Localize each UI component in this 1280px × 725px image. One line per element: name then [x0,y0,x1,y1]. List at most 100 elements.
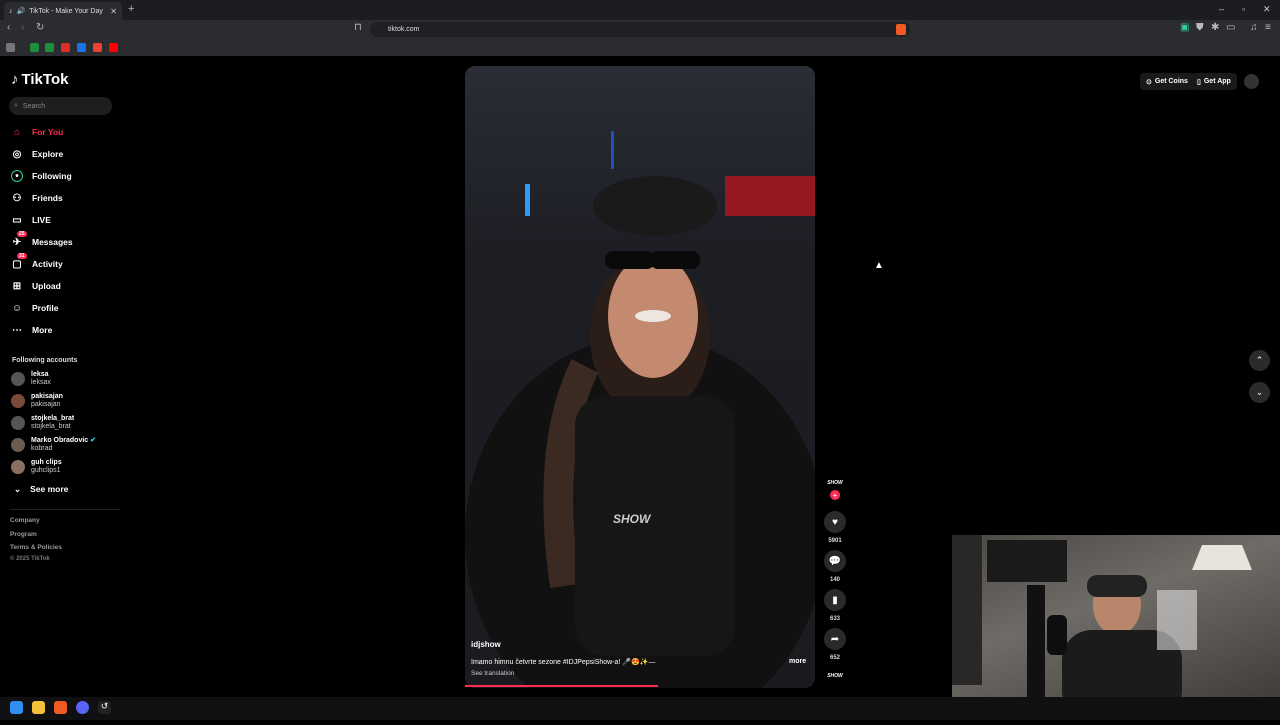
discord-icon[interactable] [76,701,89,714]
bookmark-icon[interactable]: ⊓ [354,22,362,33]
media-icon[interactable]: ♫ [1250,22,1258,33]
sidebar-item-live[interactable]: ▭ LIVE [11,214,51,226]
back-icon[interactable]: ‹ [7,22,10,33]
check-icon[interactable] [77,43,86,52]
avatar [11,438,25,452]
share-icon: ➦ [824,628,846,650]
webcam-overlay [952,535,1280,720]
apps-icon[interactable] [6,43,15,52]
sidebar-icon[interactable]: ▭ [1226,22,1235,33]
sidebar-item-more[interactable]: ⋯ More [11,324,52,336]
share-count: 652 [829,655,840,661]
following-accounts-title: Following accounts [12,357,78,364]
reload-icon[interactable]: ↻ [36,22,44,33]
see-more-label: See more [30,484,69,494]
get-app-button[interactable]: ▯ Get App [1191,73,1237,90]
sidebar-item-explore[interactable]: ◎ Explore [11,148,64,160]
search-input[interactable]: ⌕ Search [9,97,112,115]
sidebar-item-following[interactable]: • Following [11,170,72,182]
see-more-button[interactable]: ⌄ See more [14,484,68,495]
messages-icon: ✈ 25 [12,231,27,248]
get-coins-button[interactable]: ⊙ Get Coins [1140,73,1194,90]
puzzle-icon[interactable]: ✱ [1211,22,1219,33]
sidebar-item-profile[interactable]: ☺ Profile [11,302,59,314]
following-account[interactable]: guh clips guhclips1 [11,459,62,475]
follow-plus-icon[interactable]: + [830,490,840,500]
comment-icon: 💬 [824,550,846,572]
account-name: guh clips [31,459,62,466]
next-video-button[interactable]: ⌄ [1249,382,1270,403]
close-window-button[interactable]: ✕ [1263,4,1271,15]
sheets-icon[interactable] [30,43,39,52]
video-progress-bar[interactable] [465,685,658,687]
url-text: tiktok.com [388,26,420,33]
extension-icon[interactable]: ▣ [1180,22,1189,33]
compass-icon: ◎ [12,148,22,160]
home-icon: ⌂ [13,126,21,138]
sidebar-item-label: Profile [32,303,59,313]
following-account[interactable]: stojkela_brat stojkela_brat [11,415,74,431]
sidebar-item-label: More [32,325,53,335]
webcam-frame [952,535,1252,720]
sidebar-item-label: Activity [32,259,63,269]
tiktok-note-icon: ♪ [11,71,19,88]
restore-button[interactable]: ▫ [1242,4,1245,14]
youtube-icon[interactable] [109,43,118,52]
gmail-icon[interactable] [93,43,102,52]
avatar [11,416,25,430]
next-avatar-label: SHOW [827,673,843,679]
following-account[interactable]: pakisajan pakisajan [11,393,63,409]
following-account[interactable]: Marko Obradovic ✔ kobrad [11,437,96,453]
sidebar-item-for-you[interactable]: ⌂ For You [11,126,63,138]
browser-tab[interactable]: ♪ 🔊 TikTok - Make Your Day ✕ [4,2,122,20]
tab-bar [0,0,1280,20]
menu-icon[interactable]: ≡ [1265,22,1271,33]
tiktok-favicon-icon: ♪ [9,7,13,15]
previous-video-button[interactable]: ⌃ [1249,350,1270,371]
upload-icon: ⊞ [12,280,22,292]
footer-link-company[interactable]: Company [10,517,40,524]
windows-start-icon[interactable] [10,701,23,714]
chevron-down-icon: ⌄ [1255,387,1264,397]
next-video-avatar[interactable]: SHOW [823,673,847,679]
sidebar-item-upload[interactable]: ⊞ Upload [11,280,61,292]
close-tab-icon[interactable]: ✕ [110,7,117,16]
like-button[interactable]: ♥ 5901 [823,511,847,544]
sidebar-item-friends[interactable]: ⚇ Friends [11,192,63,204]
user-avatar[interactable] [1244,74,1259,89]
minimize-button[interactable]: – [1219,4,1224,14]
tiktok-logo[interactable]: ♪ TikTok [11,71,68,88]
shield-icon[interactable]: ⛊ [1196,22,1204,33]
comment-count: 140 [829,577,840,583]
caption-more-link[interactable]: more [789,658,806,665]
footer-link-terms[interactable]: Terms & Policies [10,544,62,551]
sidebar-item-activity[interactable]: ▢ 31 Activity [11,253,63,270]
app-icon[interactable]: ↺ [98,701,111,714]
address-bar[interactable]: tiktok.com [370,22,910,37]
share-button[interactable]: ➦ 652 [823,628,847,661]
audio-icon[interactable]: 🔊 [17,7,26,15]
chevron-up-icon: ⌃ [1255,355,1264,365]
following-account[interactable]: leksa leksax [11,371,51,387]
account-name: stojkela_brat [31,415,75,422]
tab-title: TikTok - Make Your Day [29,7,103,15]
sidebar-item-label: Messages [32,237,73,247]
brave-browser-icon[interactable] [54,701,67,714]
file-explorer-icon[interactable] [32,701,45,714]
video-author[interactable]: idjshow [471,640,501,649]
video-player[interactable]: SHOW idjshow Imamo himnu četvrte sezone … [465,66,815,688]
forward-icon[interactable]: › [21,22,24,33]
account-handle: pakisajan [31,401,61,408]
footer-link-program[interactable]: Program [10,531,37,538]
creator-avatar[interactable]: SHOW + [823,480,847,500]
sheets-icon[interactable] [45,43,54,52]
comment-button[interactable]: 💬 140 [823,550,847,583]
bookmark-favicon-icon[interactable] [61,43,70,52]
account-handle: leksax [31,379,51,386]
see-translation-link[interactable]: See translation [471,670,514,677]
new-tab-button[interactable]: + [128,3,134,15]
sidebar-item-label: Upload [32,281,61,291]
sidebar-item-messages[interactable]: ✈ 25 Messages [11,231,73,248]
save-button[interactable]: ▮ 633 [823,589,847,622]
brave-shield-icon[interactable] [896,24,906,35]
